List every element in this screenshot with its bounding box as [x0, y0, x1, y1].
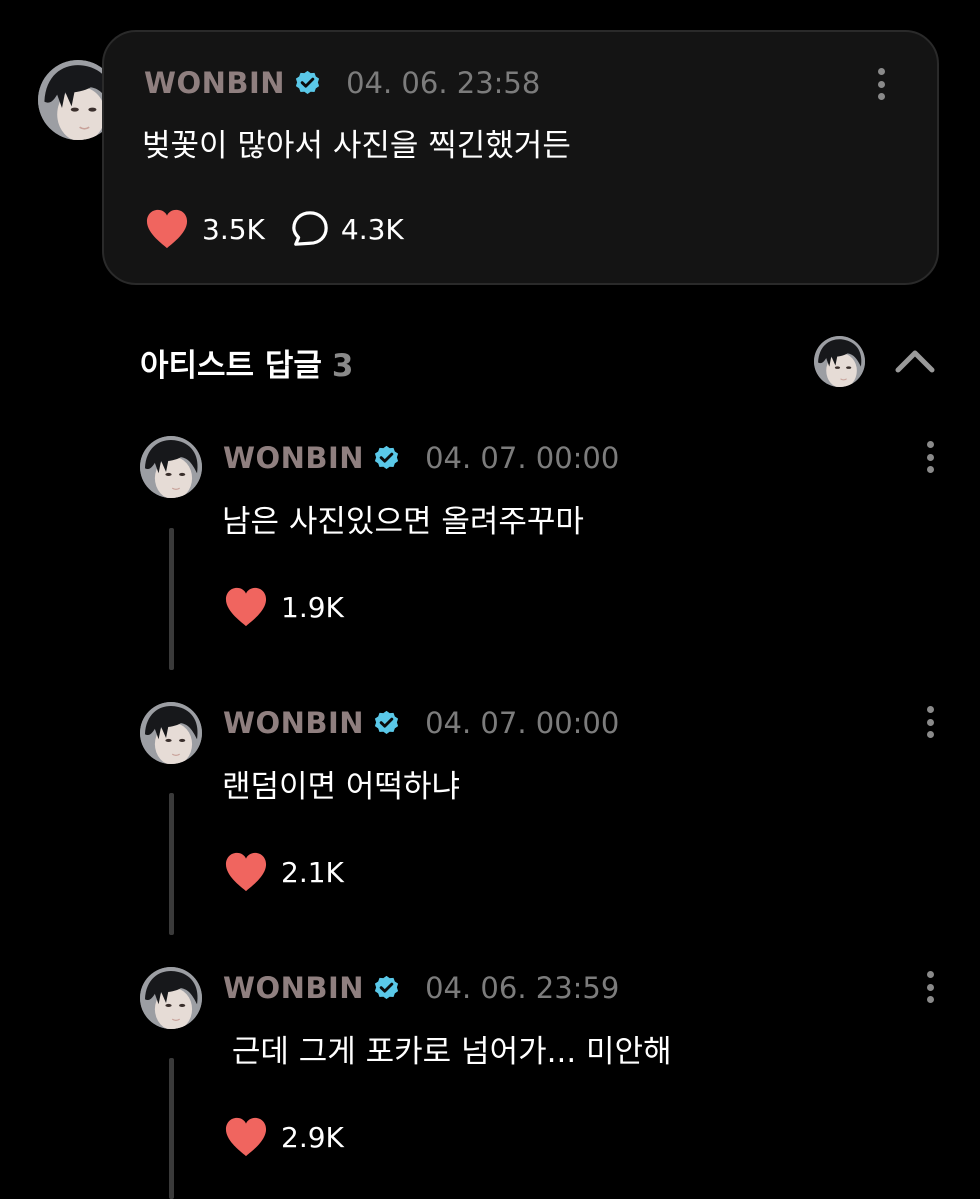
heart-icon: [223, 851, 269, 893]
post-header: WONBIN 04. 06. 23:58: [144, 66, 540, 100]
reply-header: WONBIN 04. 06. 23:59: [223, 971, 619, 1005]
author-name[interactable]: WONBIN: [223, 441, 364, 475]
thread-line: [169, 793, 174, 935]
like-button[interactable]: 3.5K: [144, 208, 265, 250]
reply-count: 3: [331, 348, 354, 384]
verified-badge-icon: [372, 444, 401, 473]
author-name[interactable]: WONBIN: [223, 706, 364, 740]
chevron-up-icon[interactable]: [893, 342, 937, 378]
avatar-image: [140, 436, 202, 498]
reply-stats: 2.9K: [223, 1116, 344, 1158]
verified-badge-icon: [293, 69, 322, 98]
thread-line: [169, 1058, 174, 1199]
like-button[interactable]: 1.9K: [223, 586, 344, 628]
reply-avatar[interactable]: [140, 436, 202, 498]
like-button[interactable]: 2.9K: [223, 1116, 344, 1158]
more-vertical-icon[interactable]: [869, 64, 893, 104]
more-vertical-icon[interactable]: [918, 967, 942, 1007]
like-button[interactable]: 2.1K: [223, 851, 344, 893]
reply-header: WONBIN 04. 07. 00:00: [223, 441, 619, 475]
more-vertical-icon[interactable]: [918, 437, 942, 477]
reply-timestamp: 04. 07. 00:00: [425, 441, 620, 475]
avatar-image: [814, 336, 865, 387]
comment-button[interactable]: 4.3K: [265, 210, 404, 248]
like-count: 1.9K: [281, 590, 344, 624]
reply-text: 남은 사진있으면 올려주꾸마: [222, 504, 584, 540]
author-name[interactable]: WONBIN: [144, 66, 285, 100]
post-card: WONBIN 04. 06. 23:58 벚꽃이 많아서 사진을 찍긴했거든 3…: [102, 30, 939, 285]
post-timestamp: 04. 06. 23:58: [346, 66, 541, 100]
more-vertical-icon[interactable]: [918, 702, 942, 742]
reply-header: WONBIN 04. 07. 00:00: [223, 706, 619, 740]
verified-badge-icon: [372, 709, 401, 738]
reply-avatar[interactable]: [140, 702, 202, 764]
threads-post-view: WONBIN 04. 06. 23:58 벚꽃이 많아서 사진을 찍긴했거든 3…: [0, 0, 980, 1199]
heart-icon: [223, 1116, 269, 1158]
reply-stats: 2.1K: [223, 851, 344, 893]
like-count: 2.9K: [281, 1120, 344, 1154]
reply-text: 근데 그게 포카로 넘어가... 미안해: [222, 1034, 672, 1070]
reply-text: 랜덤이면 어떡하냐: [222, 769, 461, 805]
author-name[interactable]: WONBIN: [223, 971, 364, 1005]
reply-timestamp: 04. 07. 00:00: [425, 706, 620, 740]
reply-timestamp: 04. 06. 23:59: [425, 971, 620, 1005]
heart-icon: [144, 208, 190, 250]
reply-stats: 1.9K: [223, 586, 344, 628]
comment-count: 4.3K: [340, 212, 404, 246]
like-count: 3.5K: [202, 212, 265, 246]
like-count: 2.1K: [281, 855, 344, 889]
reply-avatar[interactable]: [140, 967, 202, 1029]
thread-line: [169, 528, 174, 670]
comment-bubble-icon: [291, 210, 329, 248]
post-text: 벚꽃이 많아서 사진을 찍긴했거든: [142, 128, 571, 164]
artist-replies-header: 아티스트 답글 3: [140, 340, 354, 385]
post-stats: 3.5K 4.3K: [144, 208, 404, 250]
heart-icon: [223, 586, 269, 628]
avatar-image: [140, 702, 202, 764]
avatar-image: [140, 967, 202, 1029]
section-title: 아티스트 답글: [140, 348, 322, 384]
header-avatar[interactable]: [814, 336, 865, 387]
verified-badge-icon: [372, 974, 401, 1003]
